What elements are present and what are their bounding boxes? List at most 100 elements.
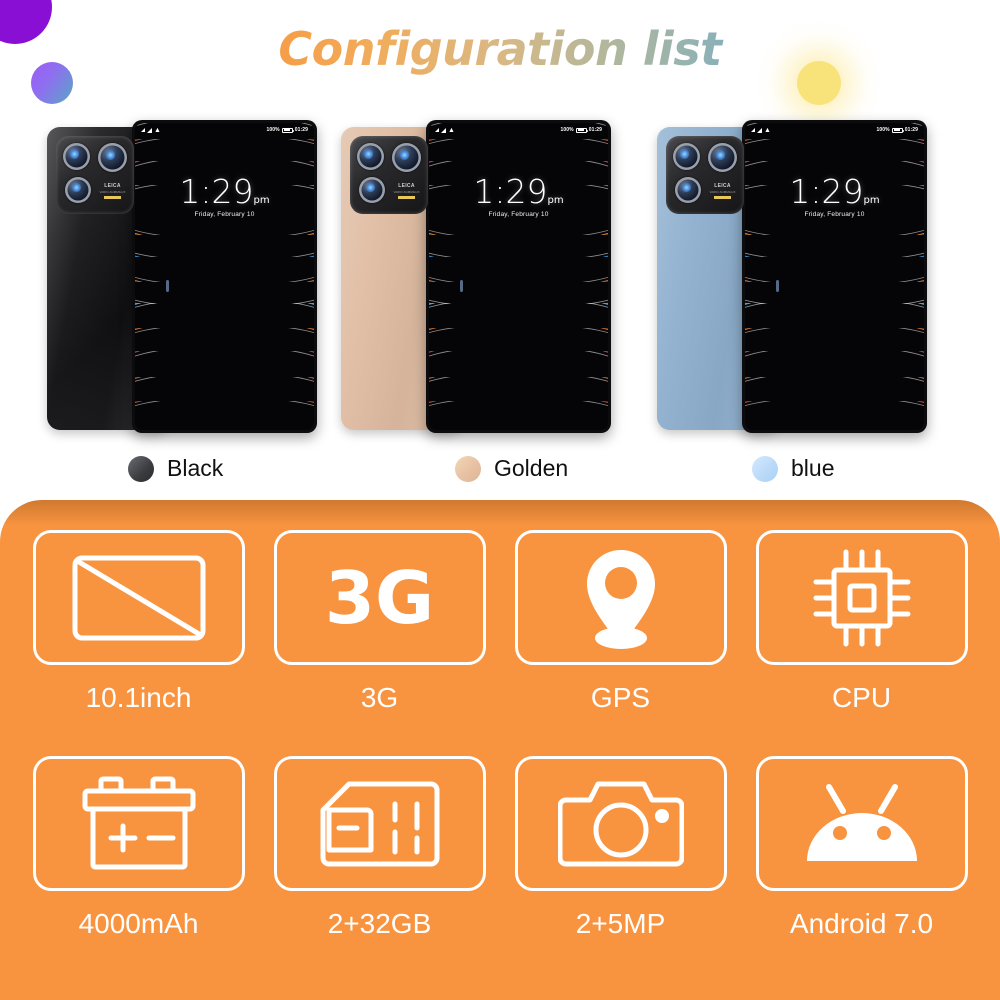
spec-item[interactable]: GPS	[500, 530, 741, 756]
color-swatch-icon	[752, 455, 778, 482]
leica-gold-bar	[398, 196, 415, 199]
page-title: Configuration list	[0, 22, 1000, 76]
screen-wallpaper: ▲ 100% 01:29 1:29pm Friday, February 10	[135, 123, 314, 430]
camera-lens-icon	[675, 177, 701, 203]
battery-full-icon	[891, 127, 904, 133]
camera-module: LEICA VARIO-SUMMILUX	[56, 136, 134, 214]
color-option[interactable]: blue	[752, 455, 834, 482]
signal-bars-icon	[751, 128, 755, 132]
battery-percent-label: 100%	[876, 127, 890, 133]
camera-lens-icon	[357, 143, 384, 170]
spec-label: 10.1inch	[85, 682, 192, 713]
spec-label: GPS	[590, 682, 651, 713]
color-swatch-icon	[128, 455, 154, 482]
spec-item[interactable]: Android 7.0	[741, 756, 982, 982]
leica-brand-subtext: VARIO-SUMMILUX	[393, 190, 420, 195]
device-card[interactable]: LEICA VARIO-SUMMILUX ▲ 100% 01:29 1:29pm…	[341, 120, 611, 440]
camera-lens-icon	[98, 143, 127, 172]
battery-full-icon	[575, 127, 588, 133]
leica-branding: LEICA VARIO-SUMMILUX	[709, 180, 736, 202]
signal-bars-icon	[441, 127, 446, 133]
signal-bars-icon	[435, 128, 439, 132]
spec-icon-box	[32, 530, 245, 665]
camera-lens-icon	[63, 143, 90, 170]
color-option[interactable]: Black	[128, 455, 223, 482]
clock-date-label: Friday, February 10	[488, 211, 549, 218]
camera-lens-icon	[359, 177, 385, 203]
lockscreen-clock: 1:29pm Friday, February 10	[135, 175, 314, 218]
device-card[interactable]: LEICA VARIO-SUMMILUX ▲ 100% 01:29 1:29pm…	[657, 120, 927, 440]
camera-lens-icon	[65, 177, 91, 203]
color-option-label: blue	[791, 455, 835, 481]
clock-ampm-label: pm	[547, 195, 564, 206]
side-button[interactable]	[460, 280, 463, 292]
spec-icon-box: 3G	[273, 530, 486, 665]
clock-date-label: Friday, February 10	[194, 211, 255, 218]
signal-bars-icon	[141, 128, 145, 132]
camera-lens-icon	[708, 143, 737, 172]
cpu-chip-icon	[808, 544, 916, 652]
spec-item[interactable]: 2+5MP	[500, 756, 741, 982]
clock-ampm-label: pm	[863, 195, 880, 206]
side-button[interactable]	[166, 280, 169, 292]
spec-icon-box	[755, 756, 968, 891]
spec-item[interactable]: CPU	[741, 530, 982, 756]
battery-full-icon	[281, 127, 294, 133]
color-option-label: Golden	[494, 455, 569, 481]
spec-item[interactable]: 10.1inch	[18, 530, 259, 756]
lockscreen-clock: 1:29pm Friday, February 10	[429, 175, 608, 218]
device-front-screen[interactable]: ▲ 100% 01:29 1:29pm Friday, February 10	[132, 120, 317, 433]
spec-label: 2+32GB	[327, 908, 432, 939]
leica-gold-bar	[104, 196, 121, 199]
spec-item[interactable]: 4000mAh	[18, 756, 259, 982]
color-swatch-icon	[455, 455, 481, 482]
color-options-legend: Black Golden blue	[0, 455, 1000, 495]
signal-bars-icon	[147, 127, 152, 133]
leica-brand-subtext: VARIO-SUMMILUX	[709, 190, 736, 195]
status-clock-label: 01:29	[588, 127, 602, 133]
camera-module: LEICA VARIO-SUMMILUX	[666, 136, 744, 214]
lockscreen-clock: 1:29pm Friday, February 10	[745, 175, 924, 218]
signal-bars-icon	[757, 127, 762, 133]
spec-icon-box	[514, 756, 727, 891]
clock-time-label: 1:29pm	[179, 172, 270, 211]
clock-time-label: 1:29pm	[789, 172, 880, 211]
leica-brand-text: LEICA	[398, 183, 415, 190]
color-option-label: Black	[167, 455, 224, 481]
screen-wallpaper: ▲ 100% 01:29 1:29pm Friday, February 10	[429, 123, 608, 430]
status-clock-label: 01:29	[904, 127, 918, 133]
camera-module: LEICA VARIO-SUMMILUX	[350, 136, 428, 214]
clock-time-label: 1:29pm	[473, 172, 564, 211]
camera-lens-icon	[673, 143, 700, 170]
leica-brand-text: LEICA	[714, 183, 731, 190]
side-button[interactable]	[776, 280, 779, 292]
screen-wallpaper: ▲ 100% 01:29 1:29pm Friday, February 10	[745, 123, 924, 430]
clock-ampm-label: pm	[253, 195, 270, 206]
spec-item[interactable]: 3G 3G	[259, 530, 500, 756]
color-option[interactable]: Golden	[455, 455, 568, 482]
leica-brand-text: LEICA	[104, 183, 121, 190]
spec-icon-box	[273, 756, 486, 891]
map-pin-icon	[573, 546, 669, 650]
spec-label: Android 7.0	[789, 908, 934, 939]
camera-icon	[557, 776, 684, 872]
android-robot-icon	[803, 781, 921, 867]
leica-branding: LEICA VARIO-SUMMILUX	[393, 180, 420, 202]
spec-icon-box	[514, 530, 727, 665]
device-front-screen[interactable]: ▲ 100% 01:29 1:29pm Friday, February 10	[742, 120, 927, 433]
spec-label: 2+5MP	[575, 908, 666, 939]
clock-date-label: Friday, February 10	[804, 211, 865, 218]
device-front-screen[interactable]: ▲ 100% 01:29 1:29pm Friday, February 10	[426, 120, 611, 433]
screen-diagonal-icon	[71, 554, 207, 642]
spec-item[interactable]: 2+32GB	[259, 756, 500, 982]
camera-lens-icon	[392, 143, 421, 172]
battery-percent-label: 100%	[560, 127, 574, 133]
leica-branding: LEICA VARIO-SUMMILUX	[99, 180, 126, 202]
leica-brand-subtext: VARIO-SUMMILUX	[99, 190, 126, 195]
battery-terminal-icon	[79, 775, 199, 873]
device-card[interactable]: LEICA VARIO-SUMMILUX ▲ 100% 01:29 1:29pm…	[47, 120, 317, 440]
product-spec-page: Configuration list LEICA VARIO-SUMMILUX	[0, 0, 1000, 1000]
device-gallery: LEICA VARIO-SUMMILUX ▲ 100% 01:29 1:29pm…	[0, 120, 1000, 440]
specifications-grid: 10.1inch 3G 3G GPS CPU 4000mAh 2+32GB 2+…	[0, 500, 1000, 1000]
3g-text-icon: 3G	[324, 555, 435, 640]
